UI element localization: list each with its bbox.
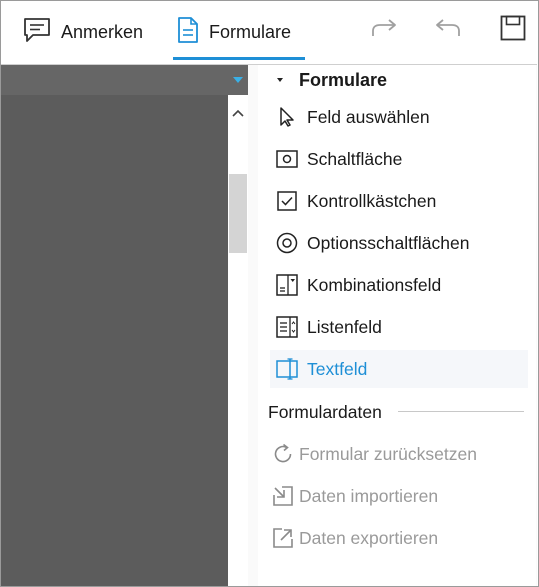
item-label: Schaltfläche (307, 148, 403, 169)
item-listenfeld[interactable]: Listenfeld (270, 308, 528, 346)
vertical-scrollbar[interactable] (228, 95, 248, 586)
tab-formulare-label: Formulare (209, 22, 292, 42)
save-icon (500, 15, 526, 46)
item-label: Listenfeld (307, 316, 382, 337)
item-label: Daten exportieren (299, 527, 439, 548)
checkbox-icon (276, 190, 298, 212)
tab-anmerken[interactable]: Anmerken (23, 1, 143, 64)
document-canvas[interactable] (1, 65, 228, 586)
radio-button-icon (276, 232, 298, 254)
redo-icon (370, 18, 398, 43)
pointer-icon (276, 106, 298, 128)
toolbar: Anmerken Formulare (1, 1, 537, 65)
undo-button[interactable] (433, 15, 463, 45)
item-label: Daten importieren (299, 485, 439, 506)
item-kombinationsfeld[interactable]: Kombinationsfeld (270, 266, 528, 304)
export-icon (272, 527, 294, 549)
item-label: Formular zurücksetzen (299, 443, 477, 464)
undo-icon (434, 18, 462, 43)
save-button[interactable] (498, 15, 528, 45)
item-kontrollkaestchen[interactable]: Kontrollkästchen (270, 182, 528, 220)
item-label: Kombinationsfeld (307, 274, 442, 295)
item-optionsschaltflaechen[interactable]: Optionsschaltflächen (270, 224, 528, 262)
form-document-icon (177, 17, 199, 48)
text-field-icon (276, 358, 298, 380)
combo-box-icon (276, 274, 298, 296)
item-schaltflaeche[interactable]: Schaltfläche (270, 140, 528, 178)
tab-anmerken-label: Anmerken (61, 22, 144, 42)
list-box-icon (276, 316, 298, 338)
redo-button[interactable] (369, 15, 399, 45)
comment-icon (23, 17, 51, 48)
active-tab-indicator (173, 57, 305, 60)
item-label: Optionsschaltflächen (307, 232, 470, 253)
section-title-formulardaten: Formulardaten (268, 402, 382, 422)
tab-formulare[interactable]: Formulare (177, 1, 291, 64)
chevron-up-icon (232, 104, 244, 122)
chevron-down-icon[interactable] (231, 74, 245, 86)
button-field-icon (276, 148, 298, 170)
item-label: Feld auswählen (307, 106, 430, 127)
item-label: Textfeld (307, 358, 368, 379)
item-label: Kontrollkästchen (307, 190, 437, 211)
document-header-bar (1, 65, 248, 95)
item-formular-zuruecksetzen[interactable]: Formular zurücksetzen (266, 435, 524, 473)
section-divider (398, 411, 524, 412)
scrollbar-thumb[interactable] (229, 174, 247, 253)
reset-icon (272, 443, 294, 465)
collapse-caret-icon[interactable] (275, 72, 285, 82)
item-daten-importieren[interactable]: Daten importieren (266, 477, 524, 515)
import-icon (272, 485, 294, 507)
scroll-up-arrow[interactable] (228, 103, 248, 123)
item-textfeld[interactable]: Textfeld (270, 350, 528, 388)
item-daten-exportieren[interactable]: Daten exportieren (266, 519, 524, 557)
item-feld-auswaehlen[interactable]: Feld auswählen (270, 98, 528, 136)
section-title-formulare: Formulare (299, 70, 388, 90)
